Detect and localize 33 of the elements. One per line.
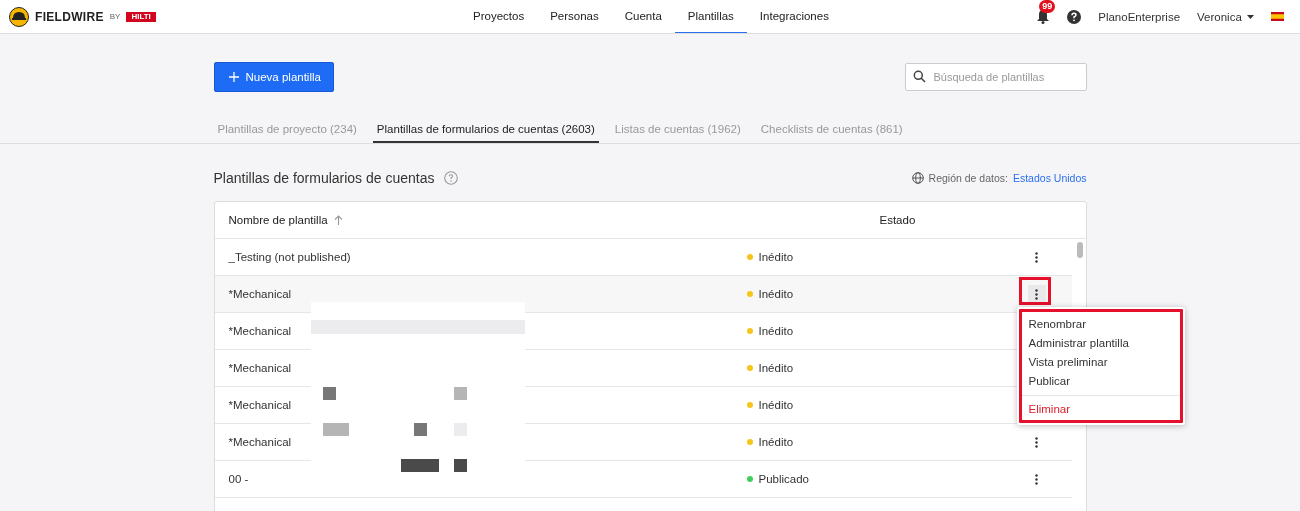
nav-tab[interactable]: Proyectos [460, 0, 538, 33]
status-label: Inédito [758, 399, 794, 411]
tab[interactable]: Plantillas de formularios de cuentas (2603) [372, 119, 599, 143]
nav-tab[interactable]: Integraciones [746, 0, 842, 33]
brand-name: FIELDWIRE [35, 9, 104, 24]
search-field[interactable]: Búsqueda de plantillas [904, 63, 1087, 91]
template-name: _Testing (not published) [228, 251, 351, 263]
nav-tab[interactable]: Plantillas [674, 0, 747, 33]
user-menu[interactable]: Veronica [1197, 10, 1254, 23]
partner-logo: HILTI [126, 11, 156, 22]
column-header[interactable]: Nombre de plantilla [228, 214, 328, 226]
nav-tab[interactable]: Personas [537, 0, 612, 33]
template-name: 00 - [228, 473, 249, 485]
status-label: Inédito [758, 436, 794, 448]
status-label: Inédito [758, 251, 794, 263]
section-title: Plantillas de formularios de cuentas [213, 170, 435, 186]
new-template-button[interactable]: Nueva plantilla [213, 62, 334, 92]
account-name[interactable]: PlanoEnterprise [1098, 10, 1181, 23]
template-name: *Mechanical [228, 362, 292, 374]
status-label: Inédito [758, 288, 794, 300]
template-name: *Mechanical [228, 325, 292, 337]
region-label: Región de datos: [928, 172, 1008, 184]
template-name: *Mechanical [228, 436, 292, 448]
region-link[interactable]: Estados Unidos [1012, 172, 1087, 184]
status-label: Publicado [758, 473, 809, 485]
column-header[interactable]: Estado [879, 214, 916, 226]
template-name: *Mechanical [228, 399, 292, 411]
notification-badge: 99 [1039, 0, 1056, 13]
by-label: BY [109, 12, 121, 21]
status-label: Inédito [758, 325, 794, 337]
status-label: Inédito [758, 362, 794, 374]
nav-tab[interactable]: Cuenta [611, 0, 675, 33]
template-name: *Mechanical [228, 288, 292, 300]
